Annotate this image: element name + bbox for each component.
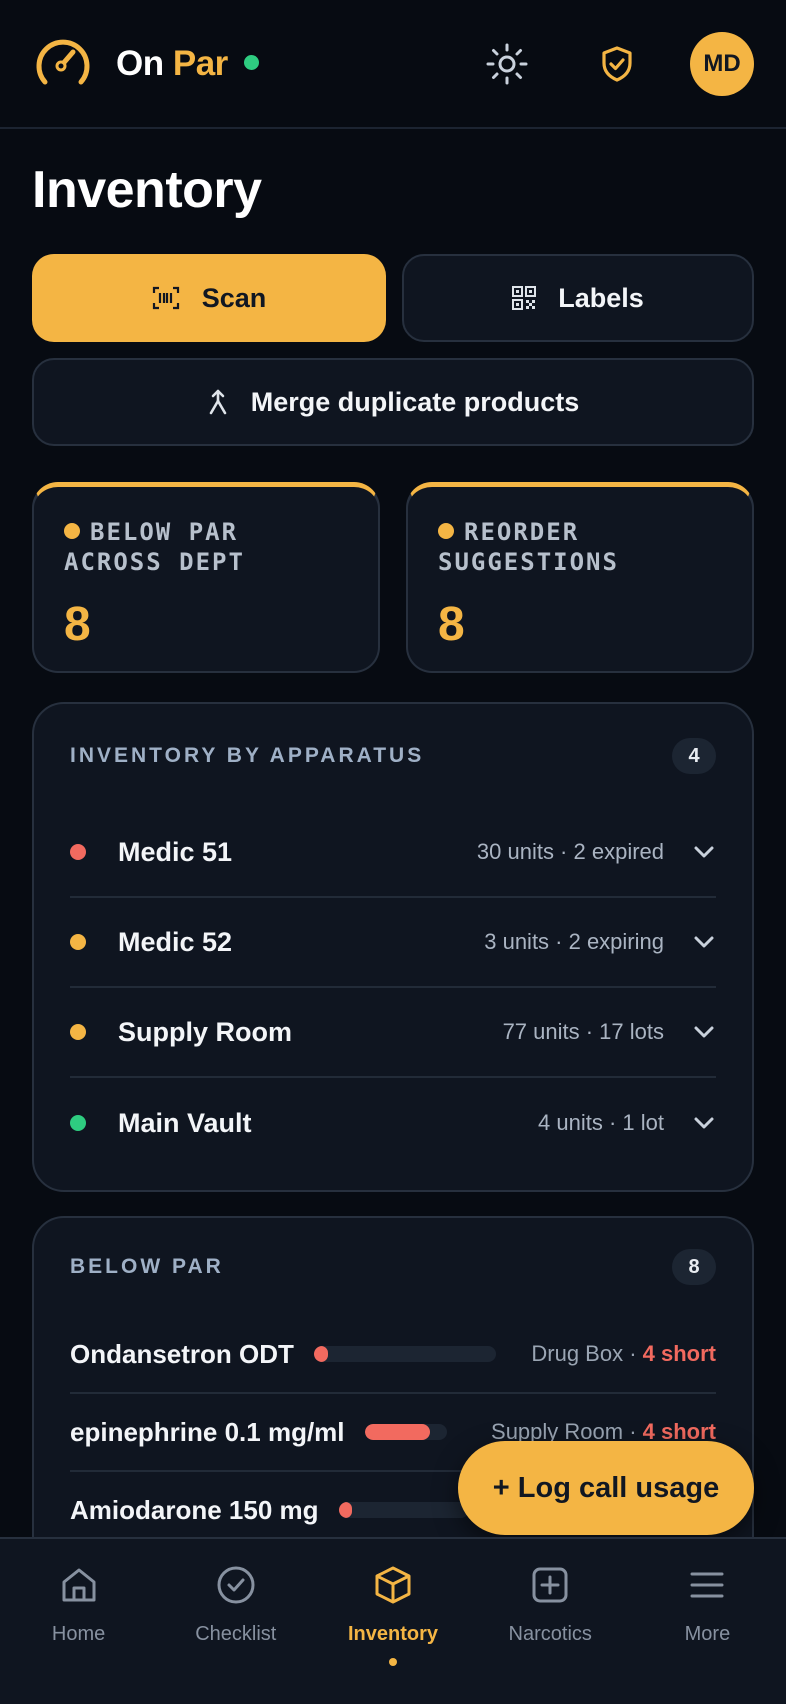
apparatus-meta: 30 units · 2 expired: [476, 839, 664, 864]
apparatus-meta: 3 units · 2 expiring: [484, 929, 664, 954]
labels-button-label: Labels: [558, 282, 644, 313]
par-level-fill: [364, 1424, 431, 1440]
home-icon: [59, 1563, 99, 1607]
nav-label: Home: [51, 1623, 106, 1645]
nav-label: Narcotics: [508, 1623, 592, 1645]
nav-item-narcotics[interactable]: Narcotics: [472, 1539, 629, 1704]
apparatus-name: Medic 51: [118, 836, 233, 867]
count-badge: 4: [672, 738, 716, 774]
check-circle-icon: [216, 1563, 256, 1607]
par-level-fill: [338, 1502, 352, 1518]
par-level-bar: [313, 1346, 496, 1362]
status-dot: [64, 523, 80, 539]
stat-card-reorder[interactable]: REORDER SUGGESTIONS 8: [406, 482, 754, 673]
apparatus-meta: 77 units · 17 lots: [502, 1019, 664, 1044]
nav-item-more[interactable]: More: [629, 1539, 786, 1704]
product-location: Drug Box ·: [531, 1341, 643, 1366]
brand-name: On Par: [116, 44, 228, 84]
app-header: On Par MD: [0, 0, 786, 129]
plus-square-icon: [530, 1563, 570, 1607]
apparatus-name: Supply Room: [118, 1016, 292, 1047]
nav-item-home[interactable]: Home: [0, 1539, 157, 1704]
shortage-count: 4 short: [642, 1341, 716, 1366]
apparatus-panel: INVENTORY BY APPARATUS 4 Medic 51 30 uni…: [32, 702, 754, 1192]
product-name: Ondansetron ODT: [70, 1338, 294, 1369]
active-indicator: [389, 1658, 397, 1666]
apparatus-panel-title: INVENTORY BY APPARATUS: [70, 744, 425, 767]
sun-icon[interactable]: [482, 39, 532, 89]
apparatus-row-supply-room[interactable]: Supply Room 77 units · 17 lots: [70, 988, 716, 1078]
avatar[interactable]: MD: [690, 31, 754, 96]
product-name: epinephrine 0.1 mg/ml: [70, 1416, 345, 1447]
nav-label: Inventory: [347, 1623, 439, 1645]
page-title: Inventory: [32, 161, 262, 219]
menu-icon: [687, 1563, 727, 1607]
apparatus-row-main-vault[interactable]: Main Vault 4 units · 1 lot: [70, 1078, 716, 1168]
status-dot: [438, 523, 454, 539]
status-dot: [70, 934, 86, 950]
brand-par: Par: [172, 43, 228, 83]
bottom-nav: Home Checklist Inventory Narcotics More: [0, 1537, 786, 1704]
apparatus-row-medic-51[interactable]: Medic 51 30 units · 2 expired: [70, 808, 716, 898]
chevron-down-icon[interactable]: [692, 845, 716, 859]
status-dot: [70, 1024, 86, 1040]
stat-card-below-par[interactable]: BELOW PAR ACROSS DEPT 8: [32, 482, 380, 673]
stat-label-text: REORDER SUGGESTIONS: [438, 518, 619, 576]
apparatus-list: Medic 51 30 units · 2 expired Medic 52 3…: [34, 808, 752, 1168]
par-level-fill: [313, 1346, 329, 1362]
stat-value: 8: [64, 598, 91, 651]
gauge-logo-icon: [32, 33, 94, 95]
merge-duplicates-button[interactable]: Merge duplicate products: [32, 358, 754, 446]
product-meta: Drug Box · 4 short: [531, 1341, 716, 1367]
barcode-icon: [152, 286, 180, 310]
stat-label: REORDER SUGGESTIONS: [438, 517, 722, 577]
chevron-down-icon[interactable]: [692, 1025, 716, 1039]
apparatus-name: Medic 52: [118, 926, 233, 957]
status-dot: [70, 844, 86, 860]
qr-code-icon: [512, 286, 537, 310]
merge-button-label: Merge duplicate products: [250, 386, 580, 417]
stat-label: BELOW PAR ACROSS DEPT: [64, 517, 348, 577]
below-par-row[interactable]: Ondansetron ODT Drug Box · 4 short: [70, 1316, 716, 1394]
count-badge: 8: [672, 1249, 716, 1285]
nav-label: More: [684, 1623, 731, 1645]
brand-on: On: [116, 43, 164, 83]
box-icon: [373, 1563, 413, 1607]
stat-label-text: BELOW PAR ACROSS DEPT: [64, 518, 245, 576]
chevron-down-icon[interactable]: [692, 935, 716, 949]
online-status-dot: [243, 55, 259, 70]
par-level-bar: [338, 1502, 469, 1518]
nav-label: Checklist: [195, 1623, 277, 1645]
chevron-down-icon[interactable]: [692, 1116, 716, 1130]
merge-icon: [207, 389, 229, 415]
below-par-panel-title: BELOW PAR: [70, 1255, 224, 1278]
labels-button[interactable]: Labels: [402, 254, 754, 342]
apparatus-row-medic-52[interactable]: Medic 52 3 units · 2 expiring: [70, 898, 716, 988]
log-call-usage-button[interactable]: + Log call usage: [458, 1441, 754, 1535]
nav-item-inventory[interactable]: Inventory: [314, 1539, 471, 1704]
par-level-bar: [364, 1424, 447, 1440]
apparatus-name: Main Vault: [118, 1107, 252, 1138]
nav-item-checklist[interactable]: Checklist: [157, 1539, 314, 1704]
scan-button[interactable]: Scan: [32, 254, 386, 342]
product-name: Amiodarone 150 mg: [70, 1494, 319, 1525]
apparatus-meta: 4 units · 1 lot: [538, 1110, 664, 1135]
status-dot: [70, 1115, 86, 1131]
shield-check-icon[interactable]: [592, 39, 642, 89]
stat-value: 8: [438, 598, 465, 651]
scan-button-label: Scan: [201, 282, 267, 313]
